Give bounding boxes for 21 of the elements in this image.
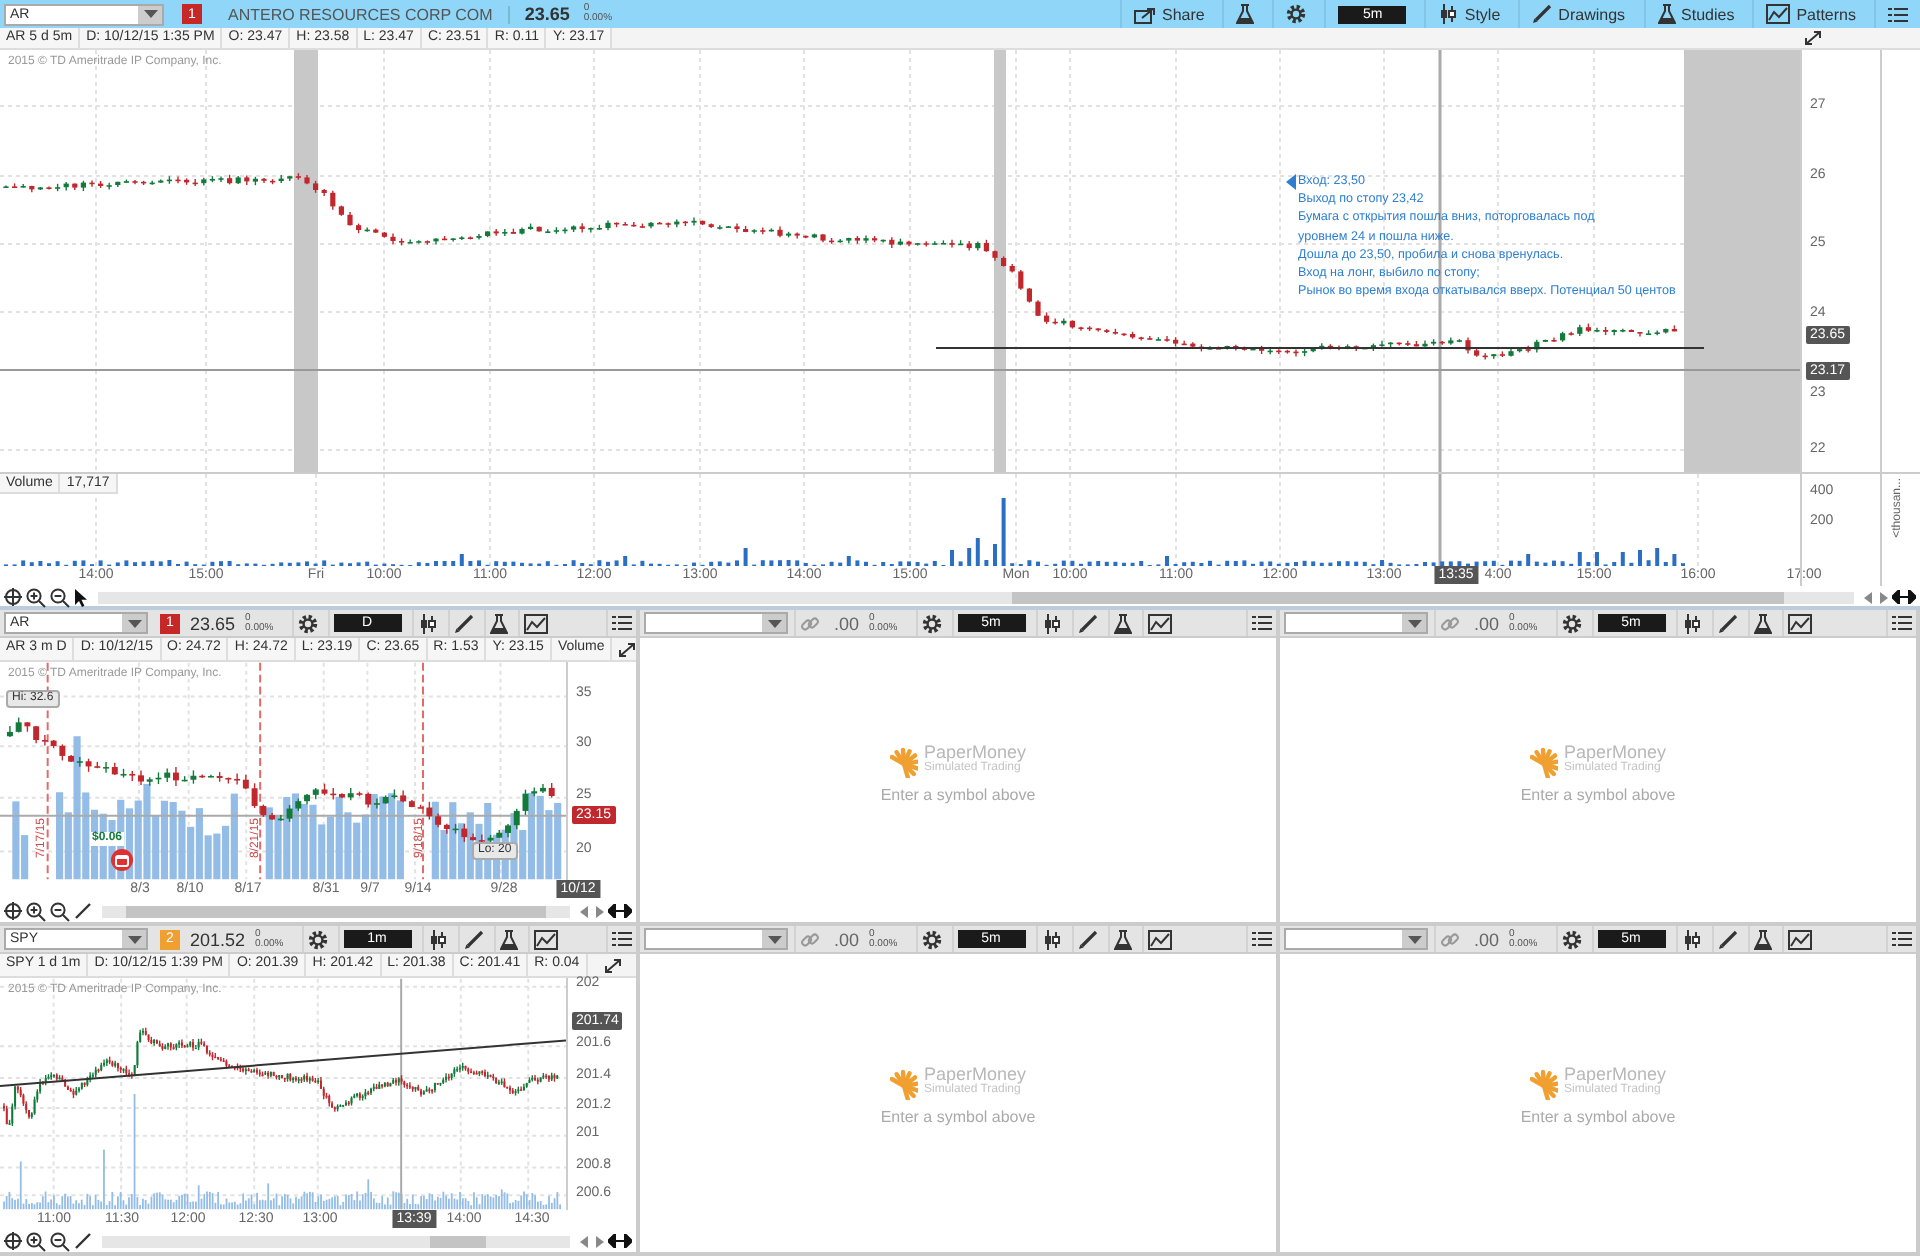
last-price: 23.65 <box>522 4 572 24</box>
style-button[interactable]: Style <box>1438 4 1501 24</box>
empty-prompt: Enter a symbol above <box>880 1108 1036 1126</box>
patterns-button[interactable]: Patterns <box>1766 4 1856 24</box>
last-price: .00 <box>832 613 862 633</box>
last-price: .00 <box>1472 613 1502 633</box>
last-price: 23.65 <box>188 613 238 633</box>
last-price: 201.52 <box>188 929 248 949</box>
drawings-button[interactable]: Drawings <box>1532 4 1626 24</box>
empty-prompt: Enter a symbol above <box>880 785 1036 803</box>
last-price: .00 <box>832 929 862 949</box>
share-button[interactable]: Share <box>1134 5 1205 23</box>
last-price: .00 <box>1472 929 1502 949</box>
empty-prompt: Enter a symbol above <box>1520 1108 1676 1126</box>
studies-button[interactable]: Studies <box>1657 4 1735 24</box>
brand-name: PaperMoney <box>1563 741 1667 761</box>
company-name: ANTERO RESOURCES CORP COM <box>228 5 511 23</box>
brand-name: PaperMoney <box>923 1064 1027 1084</box>
brand-name: PaperMoney <box>1563 1064 1667 1084</box>
brand-name: PaperMoney <box>923 741 1027 761</box>
empty-prompt: Enter a symbol above <box>1520 785 1676 803</box>
